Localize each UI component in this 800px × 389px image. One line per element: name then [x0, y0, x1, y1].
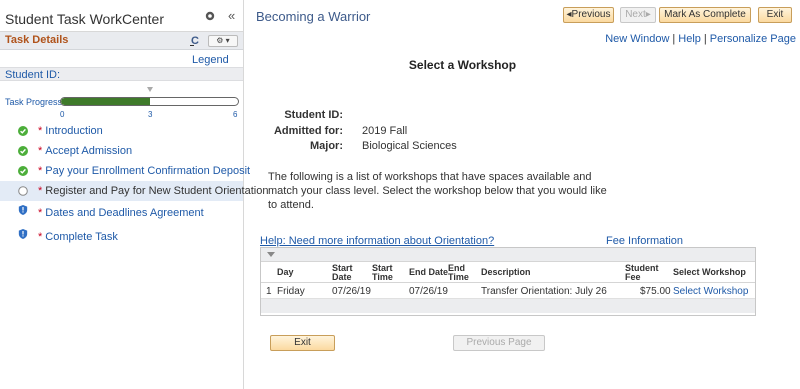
step-introduction-text: Introduction [45, 125, 103, 137]
info-shield-icon [18, 205, 28, 215]
task-details-bar: Task Details C ⚙ ▾ [0, 32, 243, 50]
workshop-grid: Day Start Date Start Time End Date End T… [260, 247, 756, 316]
exit-bottom-button[interactable]: Exit [270, 335, 335, 351]
required-marker: * [38, 125, 43, 137]
student-id-field-label: Student ID: [284, 109, 343, 121]
admitted-for-value: 2019 Fall [362, 125, 408, 137]
step-label: * Dates and Deadlines Agreement [38, 207, 204, 219]
step-label: * Pay your Enrollment Confirmation Deposi… [38, 165, 250, 177]
fee-information-link[interactable]: Fee Information [606, 235, 683, 247]
required-marker: * [38, 165, 43, 177]
check-circle-icon [18, 126, 28, 136]
personalize-page-link[interactable]: Personalize Page [710, 33, 796, 45]
required-marker: * [38, 185, 43, 197]
left-panel-header: Student Task WorkCenter « [0, 0, 243, 32]
col-student-fee: Student Fee [625, 263, 659, 282]
col-start-date: Start Date [332, 263, 353, 282]
new-window-link[interactable]: New Window [605, 33, 669, 45]
col-end-time: End Time [448, 263, 469, 282]
step-label: * Complete Task [38, 231, 118, 243]
student-id-label: Student ID: [5, 69, 61, 81]
student-id-bar: Student ID: [0, 67, 243, 81]
mark-as-complete-button[interactable]: Mark As Complete [659, 7, 751, 23]
select-workshop-link[interactable]: Select Workshop [673, 286, 748, 297]
info-shield-icon [18, 229, 28, 239]
previous-button[interactable]: ◂Previous [563, 7, 614, 23]
required-marker: * [38, 207, 43, 219]
task-progress-label: Task Progress [5, 97, 63, 107]
previous-page-button[interactable]: Previous Page [453, 335, 545, 351]
check-circle-icon [18, 146, 28, 156]
legend-link[interactable]: Legend [192, 54, 229, 66]
collapse-grid-icon[interactable] [267, 252, 275, 257]
step-pay-deposit-text: Pay your Enrollment Confirmation Deposit [45, 165, 251, 177]
options-menu-button[interactable]: ⚙ ▾ [208, 35, 238, 47]
page-title: Becoming a Warrior [256, 9, 371, 24]
next-button[interactable]: Next▸ [620, 7, 656, 23]
left-panel-title: Student Task WorkCenter [5, 11, 165, 27]
gear-icon[interactable] [204, 10, 216, 22]
exit-top-button[interactable]: Exit [758, 7, 792, 23]
collapse-panel-icon[interactable]: « [228, 8, 235, 23]
empty-circle-icon [18, 186, 28, 196]
table-row: 1 Friday 07/26/19 07/26/19 Transfer Orie… [261, 283, 755, 299]
step-dates-deadlines-text: Dates and Deadlines Agreement [45, 207, 204, 219]
col-start-time: Start Time [372, 263, 393, 282]
grid-footer [261, 299, 755, 313]
admitted-for-label: Admitted for: [273, 125, 343, 137]
step-dates-deadlines[interactable]: * Dates and Deadlines Agreement [0, 201, 243, 223]
grid-header-row: Day Start Date Start Time End Date End T… [261, 262, 755, 283]
orientation-help-link[interactable]: Help: Need more information about Orient… [260, 235, 494, 247]
col-end-date: End Date [409, 267, 449, 277]
task-progress-bar [60, 97, 239, 106]
task-step-list: * Introduction * Accept Admission * Pay you… [0, 121, 268, 247]
left-panel: Student Task WorkCenter « Task Details C… [0, 0, 268, 389]
link-separator: | [703, 33, 707, 45]
row-number: 1 [266, 286, 272, 297]
task-details-heading: Task Details [5, 34, 69, 46]
cell-end-date: 07/26/19 [409, 286, 448, 297]
major-value: Biological Sciences [362, 140, 457, 152]
col-day: Day [277, 267, 294, 277]
step-register-orientation-text: Register and Pay for New Student Orienta… [45, 185, 269, 197]
step-label: * Introduction [38, 125, 103, 137]
step-accept-admission-text: Accept Admission [45, 145, 133, 157]
required-marker: * [38, 145, 43, 157]
cell-day: Friday [277, 286, 305, 297]
refresh-underline [190, 45, 194, 46]
link-separator: | [672, 33, 676, 45]
required-marker: * [38, 231, 43, 243]
step-complete-task-text: Complete Task [45, 231, 118, 243]
help-link[interactable]: Help [678, 33, 701, 45]
workshop-instructions: The following is a list of workshops tha… [268, 171, 607, 211]
cell-description: Transfer Orientation: July 26 [481, 286, 607, 297]
step-accept-admission[interactable]: * Accept Admission [0, 141, 243, 161]
step-pay-deposit[interactable]: * Pay your Enrollment Confirmation Deposi… [0, 161, 250, 181]
check-circle-icon [18, 166, 28, 176]
step-register-orientation[interactable]: * Register and Pay for New Student Orient… [0, 181, 268, 201]
step-label: * Accept Admission [38, 145, 132, 157]
right-panel: Becoming a Warrior ◂Previous Next▸ Mark … [245, 0, 800, 389]
major-label: Major: [310, 140, 343, 152]
step-introduction[interactable]: * Introduction [0, 121, 243, 141]
task-progress-fill [61, 98, 150, 105]
section-title: Select a Workshop [408, 58, 517, 72]
step-label: * Register and Pay for New Student Orient… [38, 185, 268, 197]
col-select-workshop: Select Workshop [673, 267, 746, 277]
col-description: Description [481, 267, 531, 277]
step-complete-task[interactable]: * Complete Task [0, 223, 243, 247]
progress-tick-3: 3 [148, 110, 153, 119]
cell-student-fee: $75.00 [640, 286, 671, 297]
progress-tick-0: 0 [60, 110, 65, 119]
grid-toolbar [261, 248, 755, 262]
page-links: New Window | Help | Personalize Page [605, 33, 796, 45]
progress-marker-icon [147, 87, 153, 92]
cell-start-date: 07/26/19 [332, 286, 371, 297]
